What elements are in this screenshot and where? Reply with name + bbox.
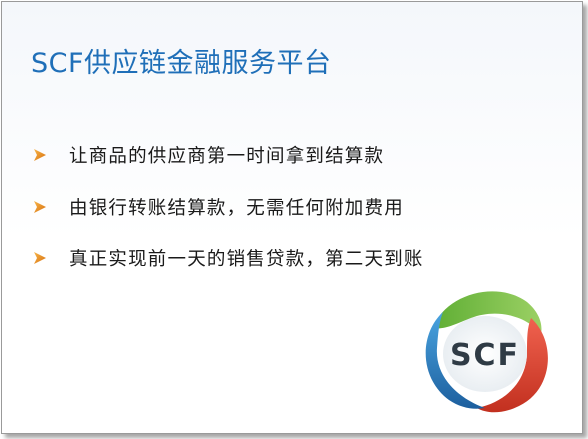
bullet-text: 由银行转账结算款，无需任何附加费用 [69, 198, 404, 219]
logo-text: SCF [450, 338, 520, 373]
bullet-item: 让商品的供应商第一时间拿到结算款 [33, 142, 384, 168]
orange-arrow-icon [34, 252, 46, 264]
scf-logo-icon: SCF [425, 291, 548, 413]
orange-arrow-icon [34, 201, 46, 213]
orange-arrow-icon [34, 149, 46, 161]
bullet-item: 真正实现前一天的销售贷款，第二天到账 [33, 245, 424, 271]
bullet-item: 由银行转账结算款，无需任何附加费用 [33, 194, 404, 220]
bullet-text: 让商品的供应商第一时间拿到结算款 [69, 146, 385, 167]
slide: SCF供应链金融服务平台 让商品的供应商第一时间拿到结算款 由银行转账结算款，无… [1, 1, 583, 434]
slide-title: SCF供应链金融服务平台 [31, 48, 332, 79]
bullet-text: 真正实现前一天的销售贷款，第二天到账 [69, 249, 424, 270]
